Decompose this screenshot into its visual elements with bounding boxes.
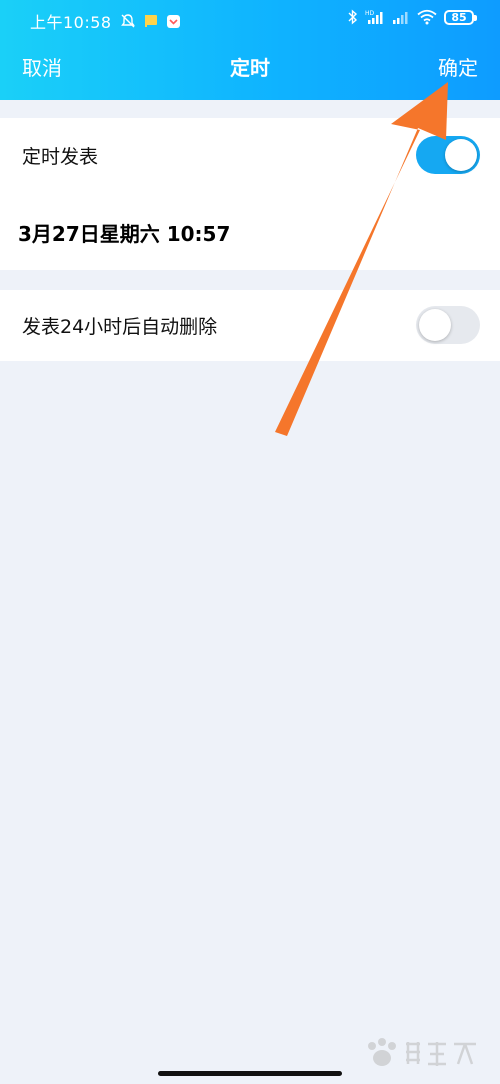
mute-bell-icon [120, 14, 135, 28]
status-time: 上午10:58 [30, 13, 112, 32]
schedule-label: 定时发表 [22, 146, 99, 168]
battery-level: 85 [451, 10, 467, 24]
auto-delete-toggle[interactable] [416, 306, 480, 344]
watermark-logo-icon [368, 1038, 476, 1066]
toggle-knob [445, 139, 477, 171]
nav-bar: 取消 定时 确定 [0, 40, 500, 96]
auto-delete-label: 发表24小时后自动删除 [22, 316, 218, 338]
battery-icon: 85 [444, 9, 477, 25]
wifi-icon [417, 9, 437, 25]
home-indicator[interactable] [158, 1071, 342, 1076]
signal-icon [393, 12, 408, 24]
status-right: HD 85 [348, 9, 477, 25]
confirm-button[interactable]: 确定 [438, 54, 478, 82]
notification-flag-icon [144, 15, 157, 27]
status-left: 上午10:58 [30, 9, 181, 33]
svg-text:HD: HD [365, 10, 375, 17]
auto-delete-card: 发表24小时后自动删除 [0, 290, 500, 361]
app-notification-icon [166, 14, 180, 28]
schedule-datetime[interactable]: 3月27日星期六 10:57 [18, 218, 230, 247]
hd-signal-icon: HD [365, 10, 383, 24]
toggle-knob [419, 309, 451, 341]
status-bar: 上午10:58 HD 85 [0, 0, 500, 38]
bluetooth-icon [348, 9, 358, 25]
page-title: 定时 [230, 56, 270, 80]
app-screen: 上午10:58 HD 85 取消 定时 确定 定时发表 3月27日星期六 10:… [0, 0, 500, 1084]
schedule-card: 定时发表 3月27日星期六 10:57 [0, 118, 500, 270]
schedule-toggle[interactable] [416, 136, 480, 174]
header: 上午10:58 HD 85 取消 定时 确定 [0, 0, 500, 100]
